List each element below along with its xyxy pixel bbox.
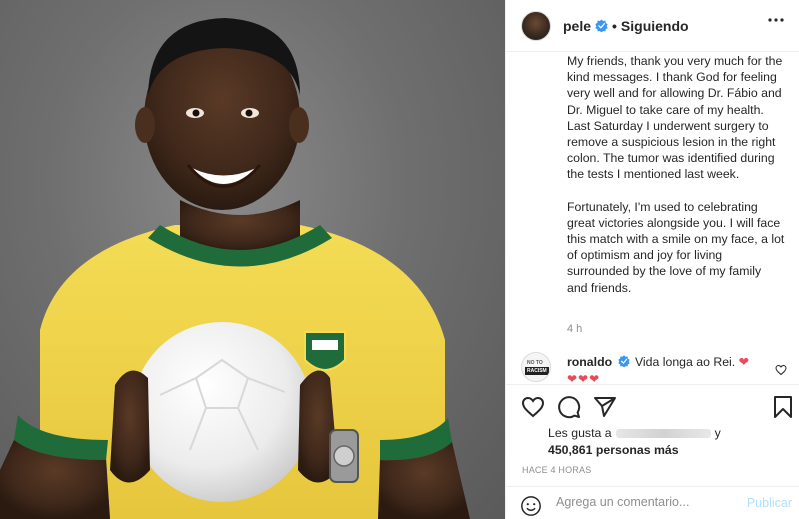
author-username[interactable]: pele: [563, 18, 591, 34]
post-age[interactable]: HACE 4 HORAS: [522, 465, 591, 475]
comment-input[interactable]: [556, 495, 736, 509]
heart-emoji: ❤: [738, 355, 749, 369]
commenter-avatar[interactable]: NO TO RACISM: [521, 352, 551, 382]
post-actions-bar: [506, 384, 799, 424]
comment-text: ronaldo Vida longa ao Rei. ❤: [567, 355, 767, 369]
likes-count[interactable]: 450,861 personas más: [548, 443, 679, 457]
comments-area[interactable]: My friends, thank you very much for the …: [506, 53, 799, 383]
post-photo[interactable]: [0, 0, 505, 519]
avatar-text: NO TO: [527, 360, 543, 366]
comment-body: Vida longa ao Rei.: [634, 355, 736, 369]
liked-by-suffix: y: [714, 426, 721, 440]
publish-button[interactable]: Publicar: [747, 496, 792, 510]
caption-paragraph: Fortunately, I'm used to celebrating gre…: [567, 199, 785, 295]
post-caption: My friends, thank you very much for the …: [567, 53, 785, 312]
post-side-panel: pele • Siguiendo My friends, thank you v…: [505, 0, 799, 519]
verified-badge-icon: [617, 355, 630, 368]
blurred-username: [615, 429, 711, 439]
heart-emojis-line: ❤❤❤: [567, 372, 601, 383]
avatar-text: RACISM: [525, 367, 549, 375]
author-avatar[interactable]: [521, 10, 551, 41]
heart-icon[interactable]: [521, 395, 545, 419]
comment-icon[interactable]: [557, 395, 581, 419]
more-options-icon[interactable]: [768, 18, 784, 22]
add-comment-bar: Publicar: [506, 486, 799, 519]
bookmark-icon[interactable]: [772, 395, 794, 419]
caption-timestamp[interactable]: 4 h: [567, 323, 582, 335]
post-photo-illustration: [0, 18, 470, 519]
comment-like-heart-icon[interactable]: [775, 364, 787, 376]
post-header: pele • Siguiendo: [506, 0, 799, 52]
commenter-username[interactable]: ronaldo: [567, 355, 612, 369]
following-button[interactable]: Siguiendo: [621, 18, 689, 34]
liked-by-line: Les gusta a y: [548, 426, 721, 440]
emoji-icon[interactable]: [520, 495, 542, 517]
caption-paragraph: My friends, thank you very much for the …: [567, 54, 783, 182]
header-separator: •: [612, 17, 617, 34]
verified-badge-icon: [595, 19, 608, 32]
share-icon[interactable]: [593, 395, 617, 419]
liked-by-prefix: Les gusta a: [548, 426, 612, 440]
